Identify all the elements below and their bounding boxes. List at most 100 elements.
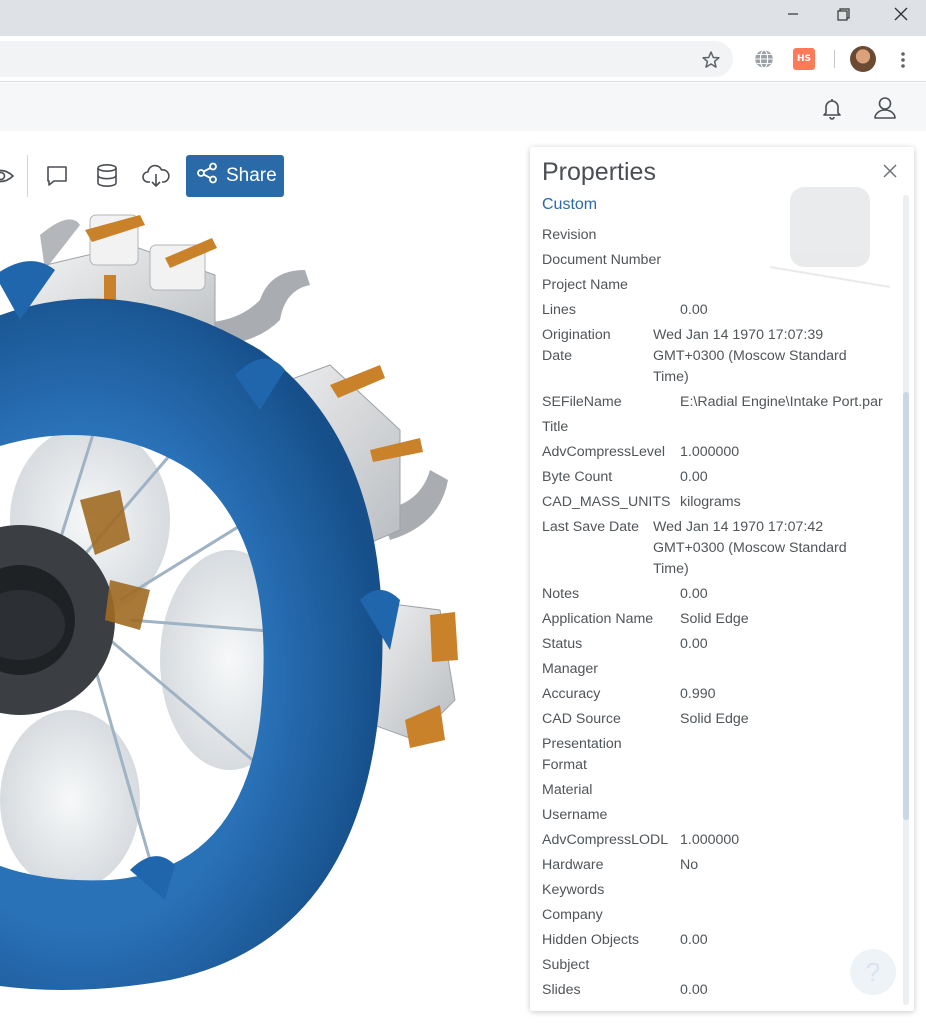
property-row: AdvCompressLODL 1.000000 — [542, 830, 902, 851]
property-value: Solid Edge — [680, 611, 749, 627]
property-key: Accuracy — [542, 686, 601, 702]
share-icon — [196, 162, 218, 190]
property-row: Project Name — [542, 275, 902, 296]
property-row: Last Save Date Wed Jan 14 1970 17:07:42 G… — [542, 517, 902, 580]
property-row: Presentation Format — [542, 734, 902, 776]
scrollbar-thumb[interactable] — [903, 392, 909, 820]
property-key: Title — [542, 419, 569, 435]
property-row: Manager — [542, 659, 902, 680]
property-value: 0.00 — [680, 469, 708, 485]
property-row: Hidden Objects 0.00 — [542, 930, 902, 951]
property-value: 0.00 — [680, 932, 708, 948]
property-row: Accuracy 0.990 — [542, 684, 902, 705]
property-key: AdvCompressLODL — [542, 832, 669, 848]
more-vert-icon[interactable] — [893, 48, 913, 72]
property-key: Byte Count — [542, 469, 613, 485]
property-row: CAD Source Solid Edge — [542, 709, 902, 730]
property-key: Status — [542, 636, 583, 652]
property-row: Byte Count 0.00 — [542, 467, 902, 488]
property-value: 0.00 — [680, 636, 708, 652]
property-row: Lines 0.00 — [542, 300, 902, 321]
help-glyph: ? — [865, 956, 881, 987]
property-key: Username — [542, 807, 608, 823]
property-key: Revision — [542, 227, 597, 243]
property-row: Title — [542, 417, 902, 438]
address-bar[interactable] — [0, 41, 733, 77]
close-icon[interactable] — [880, 161, 900, 181]
property-key: Last Save Date — [542, 519, 640, 535]
property-key: CAD Source — [542, 711, 621, 727]
minimize-icon[interactable] — [768, 0, 818, 28]
close-icon[interactable] — [876, 0, 926, 28]
property-value: 0.990 — [680, 686, 716, 702]
property-key: Presentation Format — [542, 736, 622, 773]
property-key: Application Name — [542, 611, 654, 627]
property-row: Revision — [542, 225, 902, 246]
property-key: Company — [542, 907, 603, 923]
property-value: 0.00 — [680, 586, 708, 602]
property-key: Project Name — [542, 277, 628, 293]
properties-panel: Properties Custom Revision Document Numbe… — [530, 147, 914, 1011]
property-value: E:\Radial Engine\Intake Port.par — [680, 394, 883, 410]
property-value: kilograms — [680, 494, 741, 510]
avatar[interactable] — [850, 46, 876, 72]
hubspot-glyph: HS — [796, 54, 811, 64]
property-value: Wed Jan 14 1970 17:07:39 GMT+0300 (Mosco… — [653, 327, 847, 385]
property-row: Document Number — [542, 250, 902, 271]
property-row: Hardware No — [542, 855, 902, 876]
property-row: Status 0.00 — [542, 634, 902, 655]
share-button[interactable]: Share — [186, 155, 284, 197]
property-key: Hardware — [542, 857, 604, 873]
toolbar-separator — [27, 155, 28, 197]
property-key: Manager — [542, 661, 598, 677]
help-button[interactable]: ? — [850, 949, 896, 995]
property-key: CAD_MASS_UNITS — [542, 494, 671, 510]
property-key: Document Number — [542, 252, 662, 268]
property-row: Subject — [542, 955, 902, 976]
property-row: Application Name Solid Edge — [542, 609, 902, 630]
property-row: Slides 0.00 — [542, 980, 902, 1001]
property-value: Wed Jan 14 1970 17:07:42 GMT+0300 (Mosco… — [653, 519, 847, 577]
property-key: AdvCompressLevel — [542, 444, 666, 460]
property-value: No — [680, 857, 699, 873]
property-key: Notes — [542, 586, 580, 602]
property-key: Origination Date — [542, 327, 611, 364]
user-icon[interactable] — [870, 94, 900, 122]
property-value: 1.000000 — [680, 832, 740, 848]
tab-custom[interactable]: Custom — [542, 196, 597, 214]
property-key: Subject — [542, 957, 590, 973]
bell-icon[interactable] — [818, 94, 846, 122]
comment-icon[interactable] — [42, 161, 72, 191]
property-key: Hidden Objects — [542, 932, 639, 948]
browser-titlebar — [0, 0, 926, 36]
star-icon[interactable] — [699, 48, 723, 72]
property-row: Origination Date Wed Jan 14 1970 17:07:39… — [542, 325, 902, 388]
engine-model — [0, 214, 458, 991]
model-viewport[interactable] — [0, 202, 530, 1026]
share-label: Share — [226, 165, 277, 186]
globe-icon[interactable] — [752, 47, 776, 71]
property-row: CAD_MASS_UNITS kilograms — [542, 492, 902, 513]
property-row: Material — [542, 780, 902, 801]
property-row: Notes 0.00 — [542, 584, 902, 605]
eye-icon[interactable] — [0, 161, 16, 191]
property-key: Lines — [542, 302, 576, 318]
property-key: Slides — [542, 982, 581, 998]
toolbar-divider — [834, 50, 835, 68]
property-value: 0.00 — [680, 302, 708, 318]
app-header — [0, 83, 926, 131]
restore-icon[interactable] — [818, 0, 868, 28]
property-value: 1.000000 — [680, 444, 740, 460]
cloud-download-icon[interactable] — [141, 161, 171, 191]
browser-toolbar — [0, 36, 926, 82]
database-icon[interactable] — [92, 161, 122, 191]
panel-title: Properties — [542, 158, 656, 186]
property-row: Keywords — [542, 880, 902, 901]
property-key: Material — [542, 782, 593, 798]
property-key: Keywords — [542, 882, 605, 898]
hubspot-icon[interactable]: HS — [793, 48, 815, 70]
property-value: Solid Edge — [680, 711, 749, 727]
property-row: Company — [542, 905, 902, 926]
property-key: SEFileName — [542, 394, 622, 410]
property-row: AdvCompressLevel 1.000000 — [542, 442, 902, 463]
